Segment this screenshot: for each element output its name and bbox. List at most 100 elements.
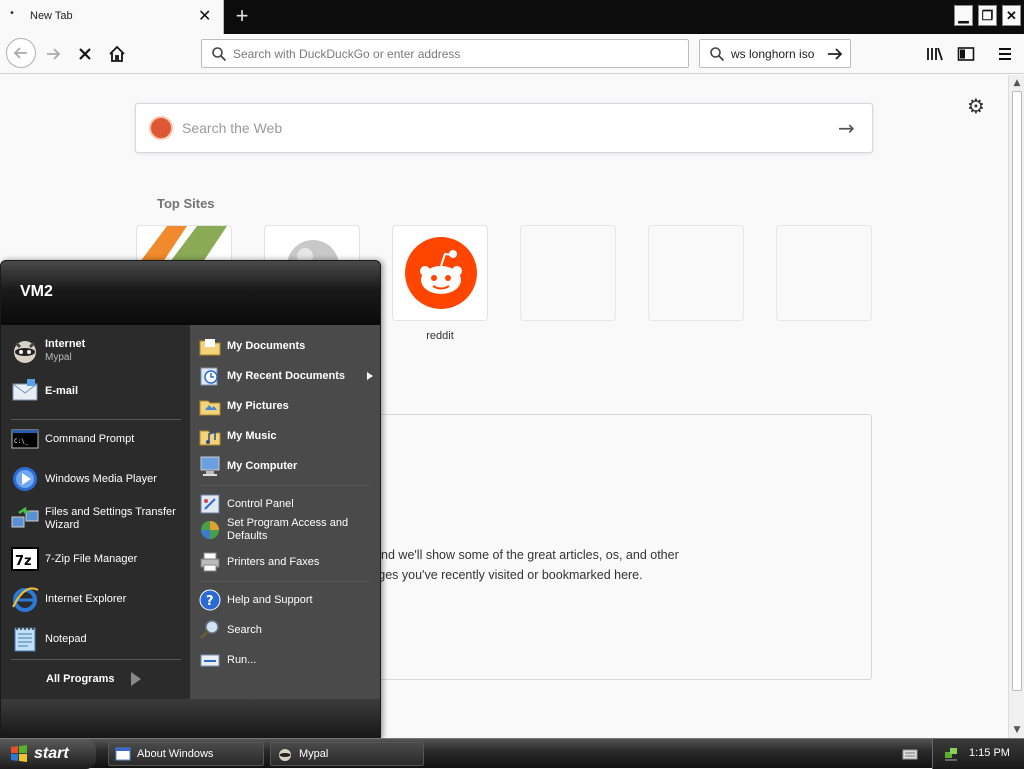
all-programs-label: All Programs (46, 672, 115, 685)
start-item-label: Files and Settings Transfer Wizard (45, 506, 176, 531)
start-item-set-program-access[interactable]: Set Program Access and Defaults (199, 517, 374, 543)
start-item-label: Search (227, 623, 262, 636)
vertical-scrollbar[interactable]: ▲ ▼ (1008, 75, 1024, 738)
settings-gear-icon[interactable]: ⚙ (967, 94, 985, 118)
run-icon (200, 654, 220, 667)
start-menu-divider (199, 581, 371, 582)
library-button[interactable] (921, 40, 949, 68)
home-icon (109, 45, 125, 62)
svg-text:?: ? (206, 594, 214, 609)
address-bar[interactable]: Search with DuckDuckGo or enter address (201, 39, 689, 68)
scrollbar-thumb[interactable] (1012, 91, 1022, 691)
start-item-email[interactable]: E-mail (11, 377, 78, 405)
control-panel-icon (200, 494, 220, 514)
start-item-label: Printers and Faxes (227, 555, 320, 568)
start-item-label: Windows Media Player (45, 472, 157, 485)
my-computer-icon (200, 456, 220, 476)
all-programs-button[interactable]: All Programs (46, 671, 142, 687)
start-item-internet-explorer[interactable]: Internet Explorer (11, 585, 126, 613)
close-tab-icon[interactable]: ✕ (198, 6, 211, 25)
go-arrow-icon[interactable] (827, 46, 843, 62)
forward-button[interactable] (39, 40, 67, 68)
start-item-windows-media-player[interactable]: Windows Media Player (11, 465, 157, 493)
top-site-tile-empty[interactable] (520, 225, 616, 321)
start-item-my-recent-documents[interactable]: My Recent Documents (199, 365, 374, 387)
windows-logo-icon (11, 745, 27, 762)
search-bar[interactable]: ws longhorn iso (699, 39, 851, 68)
start-item-run[interactable]: Run... (199, 649, 256, 671)
svg-text:C:\_: C:\_ (14, 438, 29, 445)
start-item-my-computer[interactable]: My Computer (199, 455, 297, 477)
start-item-control-panel[interactable]: Control Panel (199, 493, 294, 515)
minimize-button[interactable]: ▁ (954, 5, 973, 26)
scroll-up-icon[interactable]: ▲ (1009, 75, 1024, 91)
back-button[interactable] (6, 38, 36, 68)
start-item-label: E-mail (45, 384, 79, 397)
help-question-icon: ? (199, 589, 221, 611)
web-search-box[interactable]: Search the Web → (135, 103, 873, 153)
taskbar: start About Windows Mypal 1:15 PM (0, 738, 1024, 769)
tab-new-tab[interactable]: • New Tab ✕ (0, 0, 224, 34)
top-site-tile-empty[interactable] (648, 225, 744, 321)
mypal-raccoon-icon (279, 749, 291, 761)
menu-button[interactable] (991, 40, 1019, 68)
navigation-toolbar: Search with DuckDuckGo or enter address … (0, 34, 1024, 74)
restore-button[interactable]: ❐ (978, 5, 997, 26)
top-site-tile-empty[interactable] (776, 225, 872, 321)
start-item-my-pictures[interactable]: My Pictures (199, 395, 289, 417)
mypal-raccoon-icon (11, 337, 39, 365)
start-item-label: Internet (45, 338, 86, 350)
sidebar-icon (957, 47, 975, 61)
top-site-tile-reddit[interactable] (392, 225, 488, 321)
submenu-arrow-icon (367, 372, 373, 380)
home-button[interactable] (103, 40, 131, 68)
taskbar-item-about-windows[interactable]: About Windows (108, 742, 264, 766)
stop-x-icon (79, 48, 91, 60)
start-item-internet[interactable]: Internet Mypal (11, 337, 85, 365)
tab-title: New Tab (30, 10, 73, 22)
start-item-label: Internet Explorer (45, 592, 127, 605)
my-documents-folder-icon (199, 339, 221, 356)
library-icon (927, 47, 943, 61)
clock[interactable]: 1:15 PM (969, 747, 1010, 759)
start-item-label: My Recent Documents (227, 369, 345, 382)
start-menu-footer (1, 699, 380, 739)
keyboard-layout-icon[interactable] (902, 747, 918, 761)
start-button[interactable]: start (0, 739, 96, 769)
stop-button[interactable] (71, 40, 99, 68)
start-item-transfer-wizard[interactable]: Files and Settings Transfer Wizard (11, 505, 183, 533)
search-icon (710, 47, 725, 62)
start-item-printers-faxes[interactable]: Printers and Faxes (199, 551, 319, 573)
start-item-label: Help and Support (227, 593, 313, 606)
new-tab-button[interactable]: + (230, 2, 254, 30)
start-item-command-prompt[interactable]: C:\_ Command Prompt (11, 425, 134, 453)
user-name: VM2 (20, 283, 53, 300)
forward-arrow-icon (47, 48, 61, 60)
start-item-help-support[interactable]: ? Help and Support (199, 589, 313, 611)
start-item-my-documents[interactable]: My Documents (199, 335, 305, 357)
start-item-sublabel: Mypal (45, 352, 72, 363)
start-item-my-music[interactable]: My Music (199, 425, 277, 447)
start-label: start (34, 745, 69, 762)
tab-bar: • New Tab ✕ + ▁ ❐ ✕ (0, 0, 1024, 34)
email-envelope-icon (11, 377, 39, 405)
start-menu-places: My Documents My Recent Documents My Pict… (190, 325, 380, 699)
scroll-down-icon[interactable]: ▼ (1009, 722, 1024, 738)
sidebar-button[interactable] (952, 40, 980, 68)
start-menu-header: VM2 (1, 261, 380, 325)
start-item-notepad[interactable]: Notepad (11, 625, 87, 653)
taskbar-item-mypal[interactable]: Mypal (270, 742, 424, 766)
close-window-button[interactable]: ✕ (1002, 5, 1021, 26)
start-item-label: My Computer (227, 459, 298, 472)
program-access-icon (201, 521, 219, 539)
start-item-label: Notepad (45, 632, 87, 645)
magnifier-icon (199, 620, 219, 640)
start-item-search[interactable]: Search (199, 619, 262, 641)
window-app-icon (115, 747, 131, 761)
internet-explorer-icon (11, 585, 39, 613)
search-go-arrow-icon[interactable]: → (838, 116, 855, 140)
start-item-label: Control Panel (227, 497, 294, 510)
start-item-7zip[interactable]: 7z 7-Zip File Manager (11, 545, 137, 573)
network-tray-icon[interactable] (943, 746, 959, 762)
start-item-label: Run... (227, 653, 257, 666)
